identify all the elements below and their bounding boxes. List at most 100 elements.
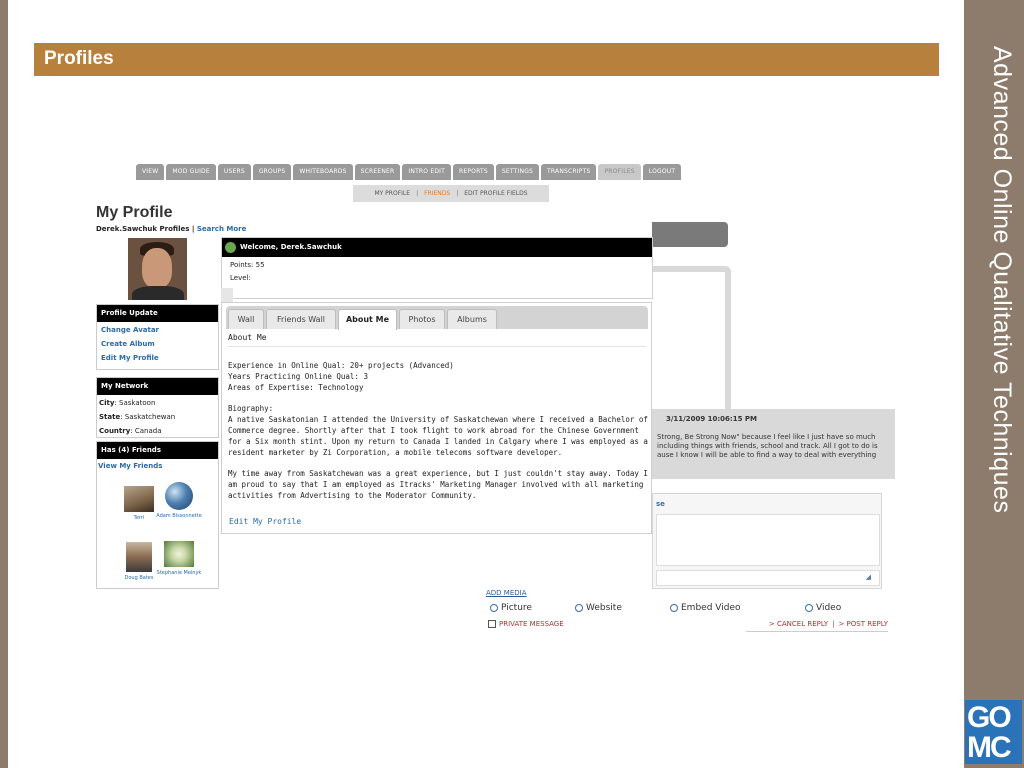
reply-footer: ◢ bbox=[656, 570, 880, 586]
slide-header-bar: Profiles bbox=[34, 43, 939, 76]
friend-photo[interactable] bbox=[165, 482, 193, 510]
profile-update-header: Profile Update bbox=[97, 305, 218, 322]
sub-nav: MY PROFILE | FRIENDS | EDIT PROFILE FIELDS bbox=[353, 185, 549, 202]
reply-area: se ◢ bbox=[652, 493, 882, 589]
nav-tab-users[interactable]: USERS bbox=[217, 164, 251, 180]
media-option-embed-video[interactable]: Embed Video bbox=[670, 603, 741, 613]
welcome-level: Level: bbox=[230, 274, 251, 282]
comment-text: Strong, Be Strong Now" because I feel li… bbox=[657, 433, 878, 459]
search-more-link[interactable]: Search More bbox=[197, 225, 247, 233]
about-section-title: About Me bbox=[228, 333, 646, 347]
nav-tab-profiles[interactable]: PROFILES bbox=[598, 164, 641, 180]
friend-photo[interactable] bbox=[164, 541, 194, 567]
reply-textarea[interactable] bbox=[656, 514, 880, 566]
points-value: 55 bbox=[255, 261, 265, 269]
city-label: City bbox=[99, 399, 115, 407]
biography-label: Biography: bbox=[228, 404, 274, 414]
country-label: Country bbox=[99, 427, 131, 435]
background-panel bbox=[652, 266, 731, 412]
network-country: Country: Canada bbox=[99, 427, 162, 435]
city-value: Saskatoon bbox=[119, 399, 156, 407]
slide-header-title: Profiles bbox=[44, 48, 114, 69]
media-option-label: Picture bbox=[501, 603, 532, 613]
nav-tab-mod-guide[interactable]: MOD GUIDE bbox=[166, 164, 216, 180]
tab-photos[interactable]: Photos bbox=[399, 309, 445, 329]
subnav-edit-profile-fields[interactable]: EDIT PROFILE FIELDS bbox=[464, 190, 527, 197]
post-reply-link[interactable]: > POST REPLY bbox=[838, 620, 888, 628]
tab-albums[interactable]: Albums bbox=[447, 309, 497, 329]
radio-icon[interactable] bbox=[670, 604, 678, 612]
tab-about-me[interactable]: About Me bbox=[338, 309, 397, 330]
checkbox-icon[interactable] bbox=[488, 620, 496, 628]
friends-box: Has (4) Friends View My Friends Terri Ad… bbox=[96, 441, 219, 589]
nav-tab-screener[interactable]: SCREENER bbox=[354, 164, 401, 180]
nav-tab-transcripts[interactable]: TRANSCRIPTS bbox=[541, 164, 597, 180]
friend-name[interactable]: Adam Bissonnette bbox=[156, 513, 202, 519]
left-stripe bbox=[0, 0, 8, 768]
experience-text: Experience in Online Qual: 20+ projects … bbox=[228, 361, 454, 370]
nav-tab-logout[interactable]: LOGOUT bbox=[642, 164, 682, 180]
change-avatar-link[interactable]: Change Avatar bbox=[97, 323, 218, 337]
top-nav: VIEW MOD GUIDE USERS GROUPS WHITEBOARDS … bbox=[136, 164, 682, 180]
breadcrumb-separator: | bbox=[191, 225, 195, 233]
subnav-friends[interactable]: FRIENDS bbox=[424, 190, 450, 197]
private-message-label: PRIVATE MESSAGE bbox=[499, 620, 564, 628]
years-text: Years Practicing Online Qual: 3 bbox=[228, 371, 368, 381]
friend-name[interactable]: Doug Bates bbox=[125, 575, 154, 581]
owner-profiles-label: Derek.Sawchuk Profiles bbox=[96, 225, 190, 233]
cancel-reply-link[interactable]: > CANCEL REPLY bbox=[769, 620, 828, 628]
gomc-logo: GO MC bbox=[965, 700, 1022, 764]
about-stats: Experience in Online Qual: 20+ projects … bbox=[228, 361, 648, 393]
user-icon bbox=[225, 242, 236, 253]
page-title: My Profile bbox=[96, 204, 173, 221]
media-option-video[interactable]: Video bbox=[805, 603, 841, 613]
welcome-header-text: Welcome, Derek.Sawchuk bbox=[240, 243, 342, 251]
reply-actions-separator: | bbox=[832, 620, 835, 628]
private-message-option[interactable]: PRIVATE MESSAGE bbox=[488, 620, 564, 628]
radio-icon[interactable] bbox=[575, 604, 583, 612]
view-my-friends-link[interactable]: View My Friends bbox=[98, 462, 162, 470]
nav-tab-intro-edit[interactable]: INTRO EDIT bbox=[402, 164, 451, 180]
media-option-website[interactable]: Website bbox=[575, 603, 622, 613]
state-value: Saskatchewan bbox=[124, 413, 176, 421]
about-body: Experience in Online Qual: 20+ projects … bbox=[228, 361, 648, 513]
friend-photo[interactable] bbox=[126, 542, 152, 572]
friend-name[interactable]: Stephanie Melnyk bbox=[157, 570, 202, 576]
friend-photo[interactable] bbox=[124, 486, 154, 512]
friend-stephanie[interactable]: Stephanie Melnyk bbox=[154, 541, 204, 577]
resize-handle-icon[interactable]: ◢ bbox=[866, 573, 871, 581]
nav-tab-settings[interactable]: SETTINGS bbox=[495, 164, 540, 180]
create-album-link[interactable]: Create Album bbox=[97, 337, 218, 351]
nav-tab-groups[interactable]: GROUPS bbox=[252, 164, 292, 180]
biography-paragraph-1: A native Saskatonian I attended the Univ… bbox=[228, 415, 648, 457]
avatar-face bbox=[142, 248, 172, 288]
profile-breadcrumb: Derek.Sawchuk Profiles | Search More bbox=[96, 225, 246, 233]
friend-name[interactable]: Terri bbox=[134, 515, 145, 521]
subnav-separator: | bbox=[456, 190, 459, 197]
friends-header: Has (4) Friends bbox=[97, 442, 218, 459]
add-media-link[interactable]: ADD MEDIA bbox=[486, 589, 527, 597]
edit-my-profile-link[interactable]: Edit My Profile bbox=[97, 351, 218, 365]
friend-adam[interactable]: Adam Bissonnette bbox=[154, 482, 204, 520]
subnav-separator: | bbox=[416, 190, 419, 197]
country-value: Canada bbox=[134, 427, 162, 435]
nav-tab-reports[interactable]: REPORTS bbox=[452, 164, 494, 180]
radio-icon[interactable] bbox=[490, 604, 498, 612]
edit-my-profile-bottom-link[interactable]: Edit My Profile bbox=[229, 517, 301, 526]
reply-actions: > CANCEL REPLY | > POST REPLY bbox=[746, 618, 888, 632]
biography-paragraph-2: My time away from Saskatchewan was a gre… bbox=[228, 469, 648, 500]
tab-friends-wall[interactable]: Friends Wall bbox=[266, 309, 336, 329]
nav-tab-whiteboards[interactable]: WHITEBOARDS bbox=[293, 164, 353, 180]
background-header-block bbox=[652, 222, 728, 247]
subnav-my-profile[interactable]: MY PROFILE bbox=[374, 190, 410, 197]
popup-scroll-stub bbox=[221, 288, 233, 302]
expertise-text: Areas of Expertise: Technology bbox=[228, 382, 364, 392]
network-city: City: Saskatoon bbox=[99, 399, 156, 407]
level-label: Level bbox=[230, 274, 249, 282]
radio-icon[interactable] bbox=[805, 604, 813, 612]
tab-wall[interactable]: Wall bbox=[228, 309, 264, 329]
avatar bbox=[128, 238, 187, 300]
media-option-picture[interactable]: Picture bbox=[490, 603, 532, 613]
nav-tab-view[interactable]: VIEW bbox=[136, 164, 165, 180]
my-network-box: My Network City: Saskatoon State: Saskat… bbox=[96, 377, 219, 438]
